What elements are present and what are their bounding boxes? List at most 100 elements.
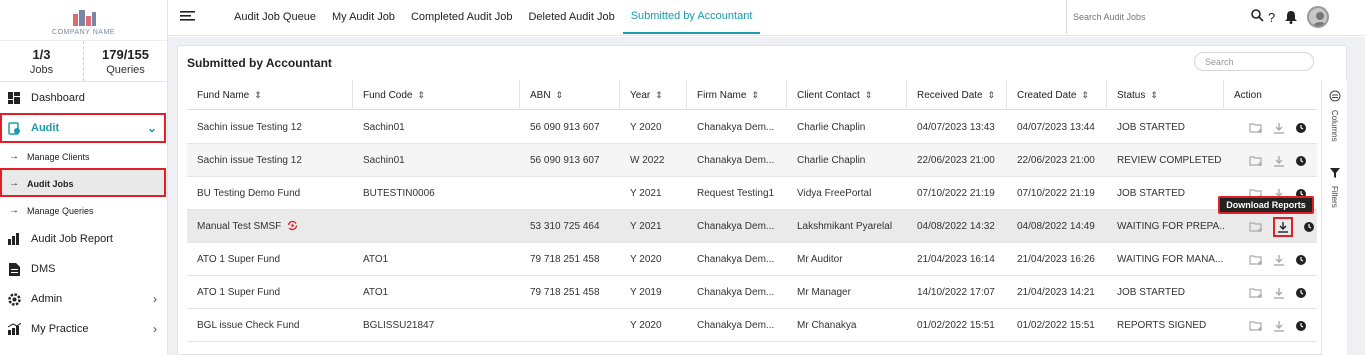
tab-bar: Audit Job Queue My Audit Job Completed A… — [226, 0, 761, 36]
column-header-received-date[interactable]: Received Date ⇕ — [907, 80, 1007, 110]
cell-created: 04/08/2022 14:49 — [1007, 210, 1107, 243]
cell-text: ATO 1 Super Fund — [197, 254, 281, 265]
sidebar-item-audit-job-report[interactable]: Audit Job Report — [0, 224, 167, 254]
sort-icon[interactable]: ⇕ — [751, 90, 759, 101]
sidebar-item-manage-queries[interactable]: → Manage Queries — [0, 197, 167, 224]
download-reports-icon[interactable] — [1273, 254, 1285, 266]
help-icon[interactable]: ? — [1268, 10, 1275, 25]
top-bar: Audit Job Queue My Audit Job Completed A… — [168, 0, 1365, 36]
table-row[interactable]: ATO 1 Super Fund ATO1 79 718 251 458 Y 2019… — [187, 276, 1317, 309]
folder-add-icon[interactable] — [1249, 122, 1263, 134]
tab-submitted-by-accountant[interactable]: Submitted by Accountant — [622, 0, 761, 34]
column-header-abn[interactable]: ABN ⇕ — [520, 80, 620, 110]
column-header-client-contact[interactable]: Client Contact ⇕ — [787, 80, 907, 110]
column-header-fund-name[interactable]: Fund Name ⇕ — [187, 80, 353, 110]
tab-deleted-audit-job[interactable]: Deleted Audit Job — [520, 0, 622, 34]
avatar[interactable] — [1307, 6, 1330, 28]
table-search-input[interactable]: Search — [1194, 52, 1314, 71]
sync-icon[interactable] — [287, 220, 298, 234]
folder-add-icon[interactable] — [1249, 221, 1263, 233]
cell-fund-name: Sachin issue Testing 12 — [187, 111, 353, 144]
history-icon[interactable] — [1295, 287, 1307, 299]
cell-text: 01/02/2022 15:51 — [917, 320, 995, 331]
columns-panel-toggle[interactable]: Columns — [1330, 110, 1339, 142]
cell-text: Chanakya Dem... — [697, 221, 775, 232]
tab-my-audit-job[interactable]: My Audit Job — [324, 0, 403, 34]
column-label: Firm Name — [697, 89, 747, 101]
sidebar-item-dms[interactable]: DMS — [0, 254, 167, 284]
company-logo[interactable]: COMPANY NAME — [0, 0, 167, 40]
download-reports-icon[interactable] — [1273, 122, 1285, 134]
history-icon[interactable] — [1295, 122, 1307, 134]
column-header-created-date[interactable]: Created Date ⇕ — [1007, 80, 1107, 110]
cell-contact: Mr Auditor — [787, 243, 907, 276]
history-icon[interactable] — [1303, 221, 1315, 233]
column-header-status[interactable]: Status ⇕ — [1107, 80, 1224, 110]
download-reports-icon[interactable] — [1273, 216, 1293, 237]
bell-icon[interactable] — [1285, 10, 1298, 24]
download-reports-icon[interactable] — [1273, 320, 1285, 332]
search-icon[interactable] — [1251, 9, 1264, 22]
cell-text: 04/07/2023 13:43 — [917, 122, 995, 133]
sort-icon[interactable]: ⇕ — [556, 90, 564, 101]
tab-audit-job-queue[interactable]: Audit Job Queue — [226, 0, 324, 34]
filters-panel-toggle[interactable]: Filters — [1330, 186, 1339, 208]
column-header-fund-code[interactable]: Fund Code ⇕ — [353, 80, 520, 110]
sort-icon[interactable]: ⇕ — [865, 90, 873, 101]
gear-icon — [7, 292, 21, 306]
audit-jobs-highlight-box — [0, 168, 166, 197]
filter-icon[interactable] — [1330, 168, 1340, 178]
column-header-firm-name[interactable]: Firm Name ⇕ — [687, 80, 787, 110]
building-logo-icon — [72, 10, 96, 26]
history-icon[interactable] — [1295, 155, 1307, 167]
search-input[interactable]: Search Audit Jobs — [1066, 0, 1256, 34]
table-header: Fund Name ⇕ Fund Code ⇕ ABN ⇕ Year ⇕ Firm Na… — [187, 80, 1317, 110]
history-icon[interactable] — [1295, 254, 1307, 266]
sidebar-item-manage-clients[interactable]: → Manage Clients — [0, 143, 167, 170]
folder-add-icon[interactable] — [1249, 320, 1263, 332]
chevron-right-icon: › — [153, 322, 157, 336]
cell-status: JOB STARTED — [1107, 177, 1224, 210]
folder-add-icon[interactable] — [1249, 287, 1263, 299]
sort-icon[interactable]: ⇕ — [1081, 90, 1089, 101]
sort-icon[interactable]: ⇕ — [417, 90, 425, 101]
queries-count: 179/155 — [102, 46, 149, 62]
history-icon[interactable] — [1295, 320, 1307, 332]
download-reports-icon[interactable] — [1273, 287, 1285, 299]
cell-abn: 56 090 913 607 — [520, 144, 620, 177]
cell-text: Chanakya Dem... — [697, 122, 775, 133]
sort-icon[interactable]: ⇕ — [254, 90, 262, 101]
sidebar-item-my-practice[interactable]: My Practice › — [0, 314, 167, 344]
table-row[interactable]: BGL issue Check Fund BGLISSU21847 Y 2020 Ch… — [187, 309, 1317, 342]
table-row[interactable]: ATO 1 Super Fund ATO1 79 718 251 458 Y 2020… — [187, 243, 1317, 276]
cell-text: 79 718 251 458 — [530, 254, 600, 265]
sidebar-item-admin[interactable]: Admin › — [0, 284, 167, 314]
sort-icon[interactable]: ⇕ — [655, 90, 663, 101]
sort-icon[interactable]: ⇕ — [988, 90, 996, 101]
table-row[interactable]: Sachin issue Testing 12 Sachin01 56 090 91… — [187, 111, 1317, 144]
cell-text: Vidya FreePortal — [797, 188, 872, 199]
sidebar-item-dashboard[interactable]: Dashboard — [0, 83, 167, 113]
cell-text: WAITING FOR PREPA... — [1117, 221, 1224, 232]
report-icon — [7, 232, 21, 246]
table-row[interactable]: Manual Test SMSF 53 310 725 464 Y 2021 Chan… — [187, 210, 1317, 243]
table-row[interactable]: Sachin issue Testing 12 Sachin01 56 090 91… — [187, 144, 1317, 177]
folder-add-icon[interactable] — [1249, 155, 1263, 167]
table-row[interactable]: BU Testing Demo Fund BUTESTIN0006 Y 2021 Re… — [187, 177, 1317, 210]
settings-sliders-icon[interactable] — [1329, 90, 1341, 102]
cell-abn: 53 310 725 464 — [520, 210, 620, 243]
column-label: Created Date — [1017, 89, 1077, 101]
cell-contact: Lakshmikant Pyarelal — [787, 210, 907, 243]
cell-fund-code: BUTESTIN0006 — [353, 177, 520, 210]
menu-icon[interactable] — [180, 10, 195, 22]
cell-text: 56 090 913 607 — [530, 122, 600, 133]
cell-text: JOB STARTED — [1117, 188, 1185, 199]
cell-status: REPORTS SIGNED — [1107, 309, 1224, 342]
sort-icon[interactable]: ⇕ — [1150, 90, 1158, 101]
column-header-year[interactable]: Year ⇕ — [620, 80, 687, 110]
action-cell — [1239, 144, 1317, 177]
column-label: Received Date — [917, 89, 983, 101]
tab-completed-audit-job[interactable]: Completed Audit Job — [403, 0, 521, 34]
folder-add-icon[interactable] — [1249, 254, 1263, 266]
download-reports-icon[interactable] — [1273, 155, 1285, 167]
